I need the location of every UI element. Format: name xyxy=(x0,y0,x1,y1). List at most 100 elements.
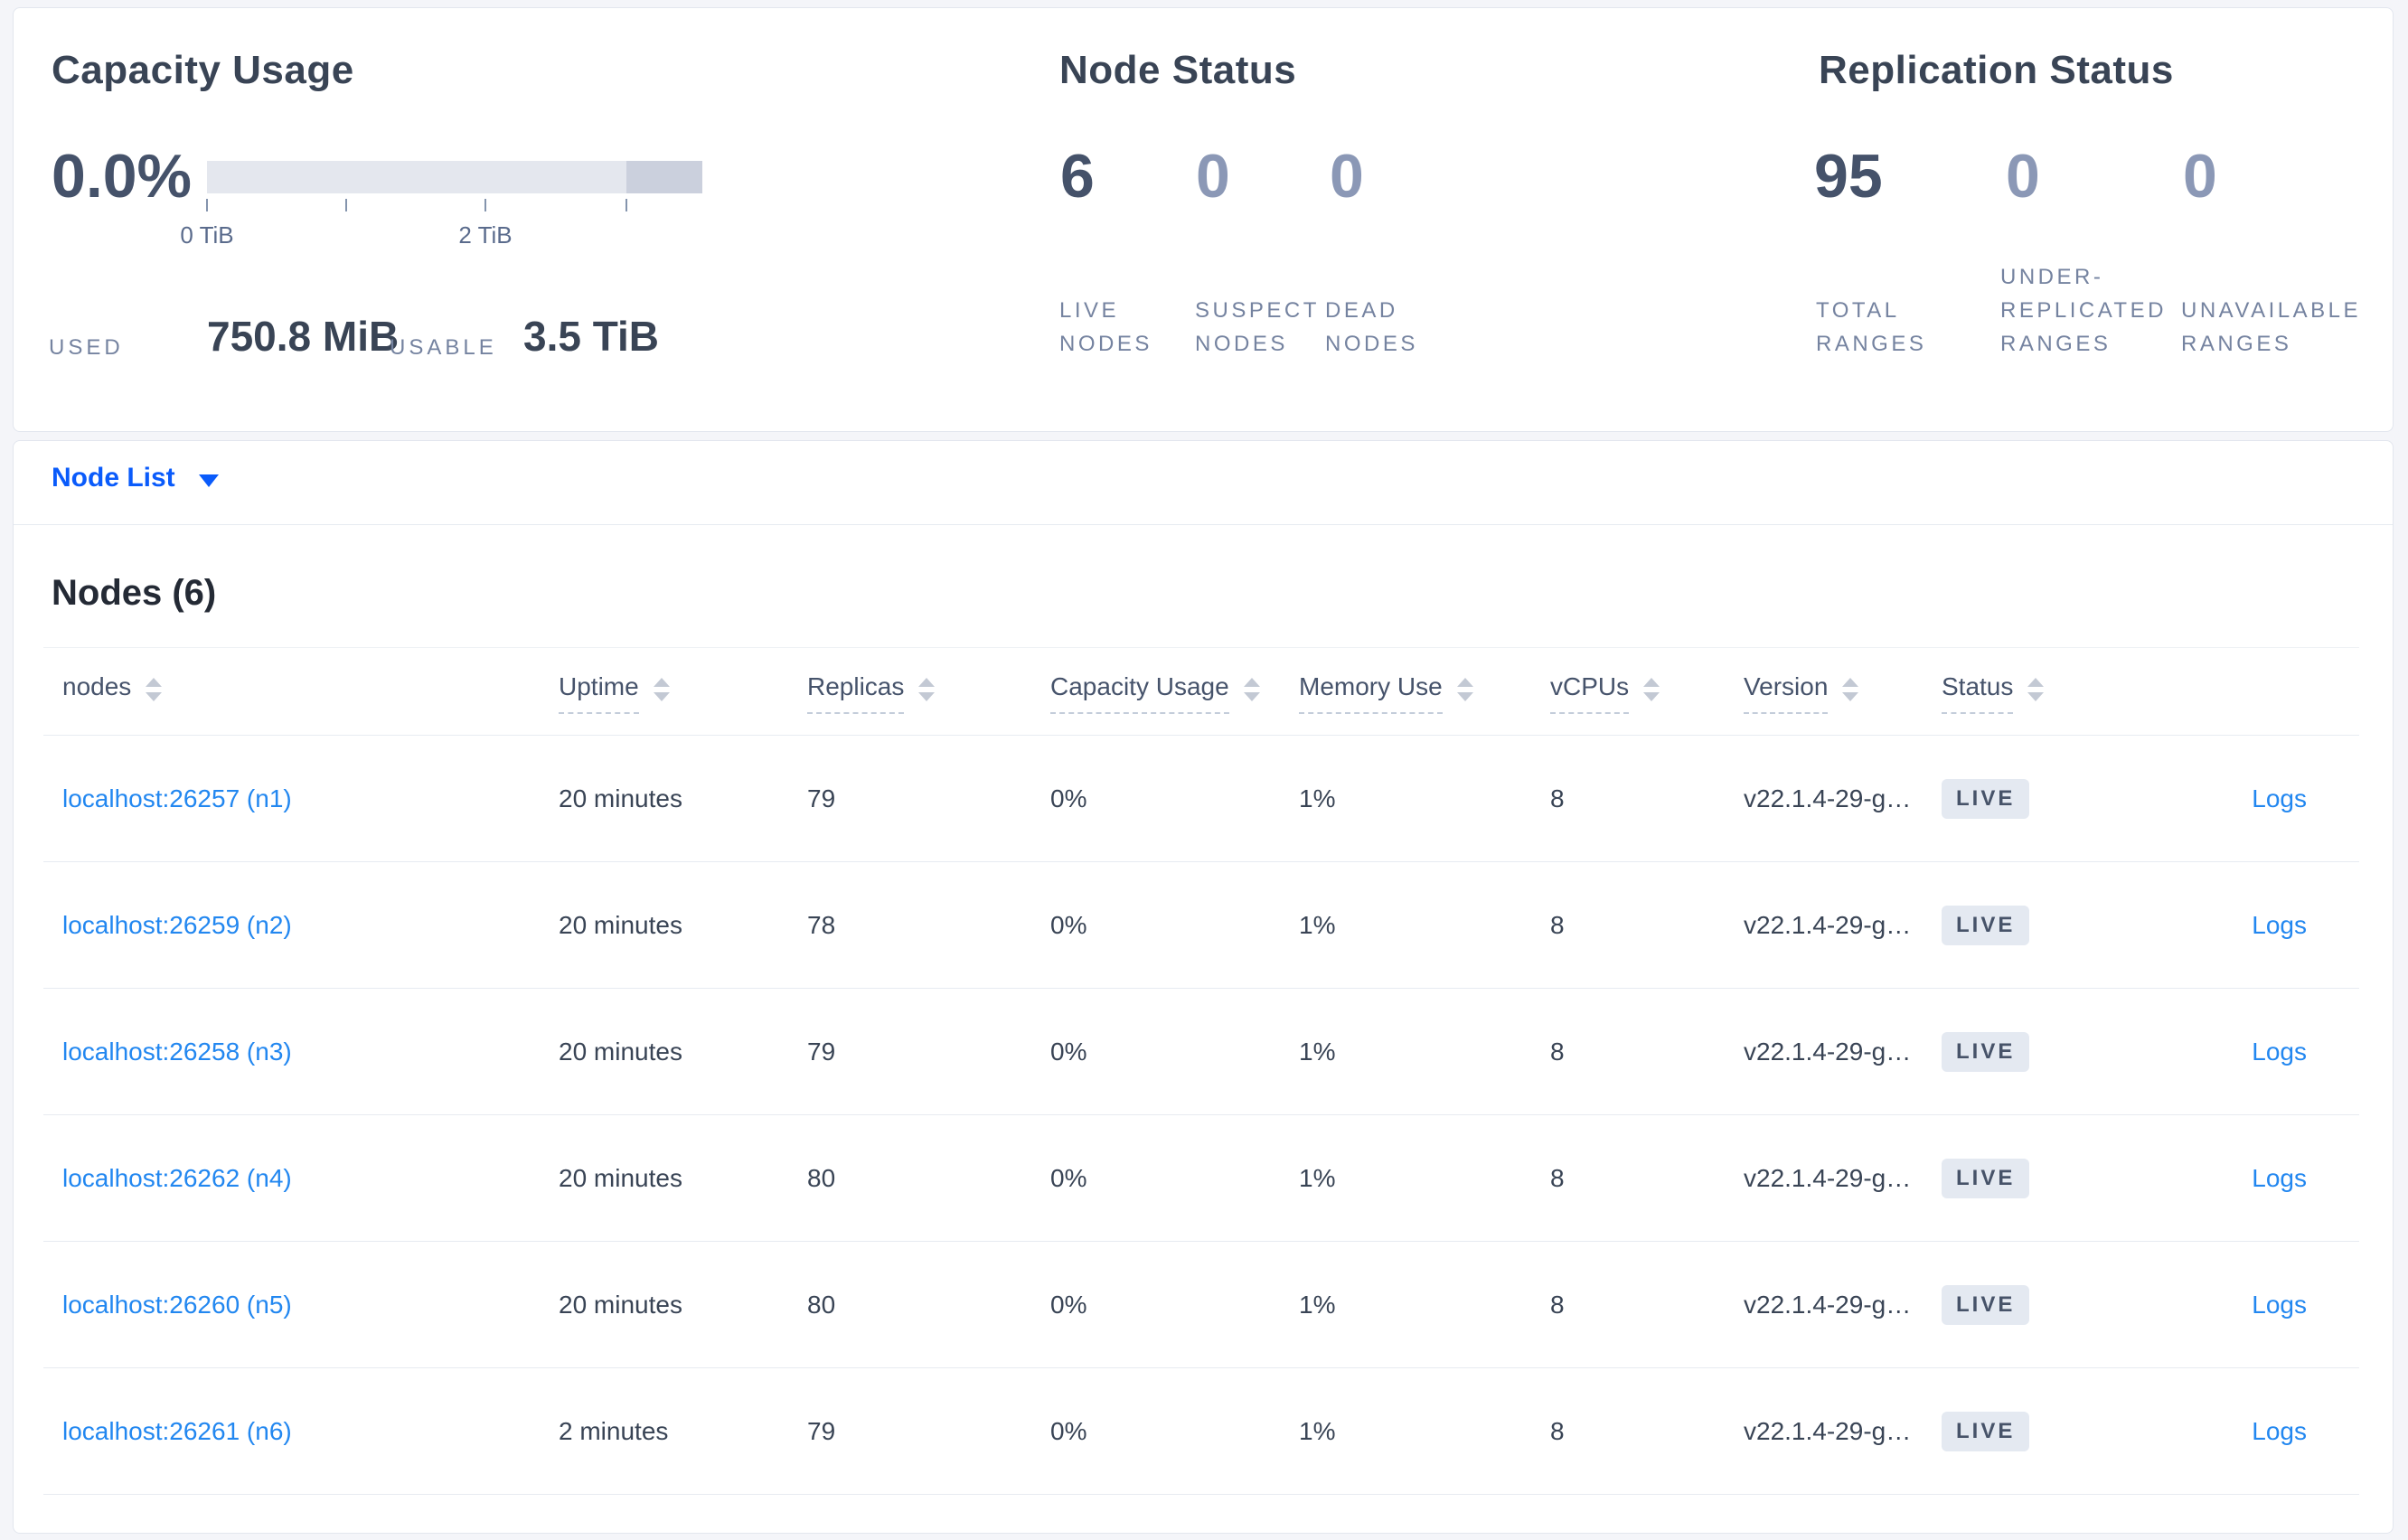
vcpus-value: 8 xyxy=(1550,1291,1565,1319)
status-badge: LIVE xyxy=(1942,1032,2030,1072)
logs-link[interactable]: Logs xyxy=(2252,1417,2307,1446)
version-value: v22.1.4-29-g… xyxy=(1744,1164,1912,1192)
version-value: v22.1.4-29-g… xyxy=(1744,1038,1912,1066)
version-value: v22.1.4-29-g… xyxy=(1744,1417,1912,1445)
node-address-link[interactable]: localhost:26262 (n4) xyxy=(62,1164,292,1193)
replicas-value: 78 xyxy=(807,911,836,939)
table-row: localhost:26261 (n6) 2 minutes 79 0% 1% … xyxy=(14,1368,2393,1495)
uptime-value: 20 minutes xyxy=(559,1291,682,1319)
logs-link[interactable]: Logs xyxy=(2252,784,2307,813)
sort-icon[interactable] xyxy=(1243,678,1260,701)
node-list-dropdown-label: Node List xyxy=(52,463,175,493)
row-divider xyxy=(43,1494,2359,1495)
vcpus-value: 8 xyxy=(1550,784,1565,812)
column-header-nodes[interactable]: nodes xyxy=(62,672,163,712)
node-address-link[interactable]: localhost:26260 (n5) xyxy=(62,1291,292,1319)
unavailable-ranges-count: 0 xyxy=(2183,142,2217,211)
uptime-value: 20 minutes xyxy=(559,1038,682,1066)
node-address-link[interactable]: localhost:26261 (n6) xyxy=(62,1417,292,1446)
replicas-value: 79 xyxy=(807,1038,836,1066)
replicas-value: 79 xyxy=(807,1417,836,1445)
live-nodes-label: LIVE NODES xyxy=(1059,298,1152,356)
logs-link[interactable]: Logs xyxy=(2252,1038,2307,1066)
version-value: v22.1.4-29-g… xyxy=(1744,1291,1912,1319)
table-row: localhost:26260 (n5) 20 minutes 80 0% 1%… xyxy=(14,1242,2393,1368)
capacity-usage-value: 0% xyxy=(1050,911,1087,939)
uptime-value: 20 minutes xyxy=(559,1164,682,1192)
capacity-bar-usable-segment xyxy=(207,161,626,193)
usable-value: 3.5 TiB xyxy=(523,313,659,360)
capacity-axis-tick xyxy=(345,199,347,211)
capacity-usage-bar xyxy=(207,161,702,193)
logs-link[interactable]: Logs xyxy=(2252,1291,2307,1319)
vcpus-value: 8 xyxy=(1550,911,1565,939)
suspect-nodes-label: SUSPECT NODES xyxy=(1195,298,1320,356)
capacity-usage-value: 0% xyxy=(1050,1038,1087,1066)
node-address-link[interactable]: localhost:26259 (n2) xyxy=(62,911,292,940)
sort-icon[interactable] xyxy=(1643,678,1660,701)
column-header-status[interactable]: Status xyxy=(1942,672,2045,714)
suspect-nodes-count: 0 xyxy=(1196,142,1230,211)
table-top-divider xyxy=(43,647,2359,648)
dead-nodes-count: 0 xyxy=(1330,142,1364,211)
capacity-axis-tick xyxy=(206,199,208,211)
sort-icon[interactable] xyxy=(146,678,163,701)
replicas-value: 79 xyxy=(807,784,836,812)
capacity-usage-value: 0% xyxy=(1050,784,1087,812)
status-badge: LIVE xyxy=(1942,906,2030,945)
capacity-usage-value: 0% xyxy=(1050,1291,1087,1319)
usable-label: USABLE xyxy=(390,335,497,360)
status-badge: LIVE xyxy=(1942,1412,2030,1451)
vcpus-value: 8 xyxy=(1550,1038,1565,1066)
version-value: v22.1.4-29-g… xyxy=(1744,911,1912,939)
node-address-link[interactable]: localhost:26258 (n3) xyxy=(62,1038,292,1066)
node-address-link[interactable]: localhost:26257 (n1) xyxy=(62,784,292,813)
table-row: localhost:26257 (n1) 20 minutes 79 0% 1%… xyxy=(14,736,2393,862)
used-value: 750.8 MiB xyxy=(207,313,400,360)
logs-link[interactable]: Logs xyxy=(2252,1164,2307,1193)
uptime-value: 20 minutes xyxy=(559,784,682,812)
memory-use-value: 1% xyxy=(1299,1291,1336,1319)
capacity-axis-label-0: 0 TiB xyxy=(180,221,234,249)
memory-use-value: 1% xyxy=(1299,1164,1336,1192)
capacity-usage-title: Capacity Usage xyxy=(52,48,354,92)
nodes-section-title: Nodes (6) xyxy=(52,573,217,613)
column-header-replicas[interactable]: Replicas xyxy=(807,672,936,714)
status-badge: LIVE xyxy=(1942,1285,2030,1325)
version-value: v22.1.4-29-g… xyxy=(1744,784,1912,812)
sort-icon[interactable] xyxy=(653,678,670,701)
live-nodes-count: 6 xyxy=(1060,142,1095,211)
replication-status-title: Replication Status xyxy=(1819,48,2174,92)
sort-icon[interactable] xyxy=(2027,678,2045,701)
capacity-axis-tick xyxy=(484,199,486,211)
node-list-dropdown[interactable]: Node List xyxy=(52,463,219,493)
used-label: USED xyxy=(49,335,124,360)
node-status-title: Node Status xyxy=(1059,48,1297,92)
memory-use-value: 1% xyxy=(1299,1417,1336,1445)
logs-link[interactable]: Logs xyxy=(2252,911,2307,940)
under-replicated-ranges-label: UNDER- REPLICATED RANGES xyxy=(2000,265,2167,356)
replicas-value: 80 xyxy=(807,1164,836,1192)
memory-use-value: 1% xyxy=(1299,911,1336,939)
column-header-version[interactable]: Version xyxy=(1744,672,1859,714)
sort-icon[interactable] xyxy=(1456,678,1473,701)
uptime-value: 2 minutes xyxy=(559,1417,669,1445)
memory-use-value: 1% xyxy=(1299,1038,1336,1066)
table-row: localhost:26258 (n3) 20 minutes 79 0% 1%… xyxy=(14,989,2393,1115)
status-badge: LIVE xyxy=(1942,779,2030,819)
node-table-body: localhost:26257 (n1) 20 minutes 79 0% 1%… xyxy=(14,736,2393,1495)
memory-use-value: 1% xyxy=(1299,784,1336,812)
column-header-uptime[interactable]: Uptime xyxy=(559,672,670,714)
total-ranges-label: TOTAL RANGES xyxy=(1816,298,1927,356)
capacity-usage-percent: 0.0% xyxy=(52,142,192,211)
vcpus-value: 8 xyxy=(1550,1417,1565,1445)
sort-icon[interactable] xyxy=(1842,678,1859,701)
column-header-memory-use[interactable]: Memory Use xyxy=(1299,672,1473,714)
column-header-capacity-usage[interactable]: Capacity Usage xyxy=(1050,672,1260,714)
unavailable-ranges-label: UNAVAILABLE RANGES xyxy=(2181,298,2362,356)
capacity-axis-label-2: 2 TiB xyxy=(458,221,513,249)
node-list-header-bar: Node List xyxy=(14,441,2393,525)
cluster-summary-card: Capacity Usage 0.0% 0 TiB 2 TiB USED 750… xyxy=(13,7,2394,432)
sort-icon[interactable] xyxy=(918,678,936,701)
column-header-vcpus[interactable]: vCPUs xyxy=(1550,672,1660,714)
